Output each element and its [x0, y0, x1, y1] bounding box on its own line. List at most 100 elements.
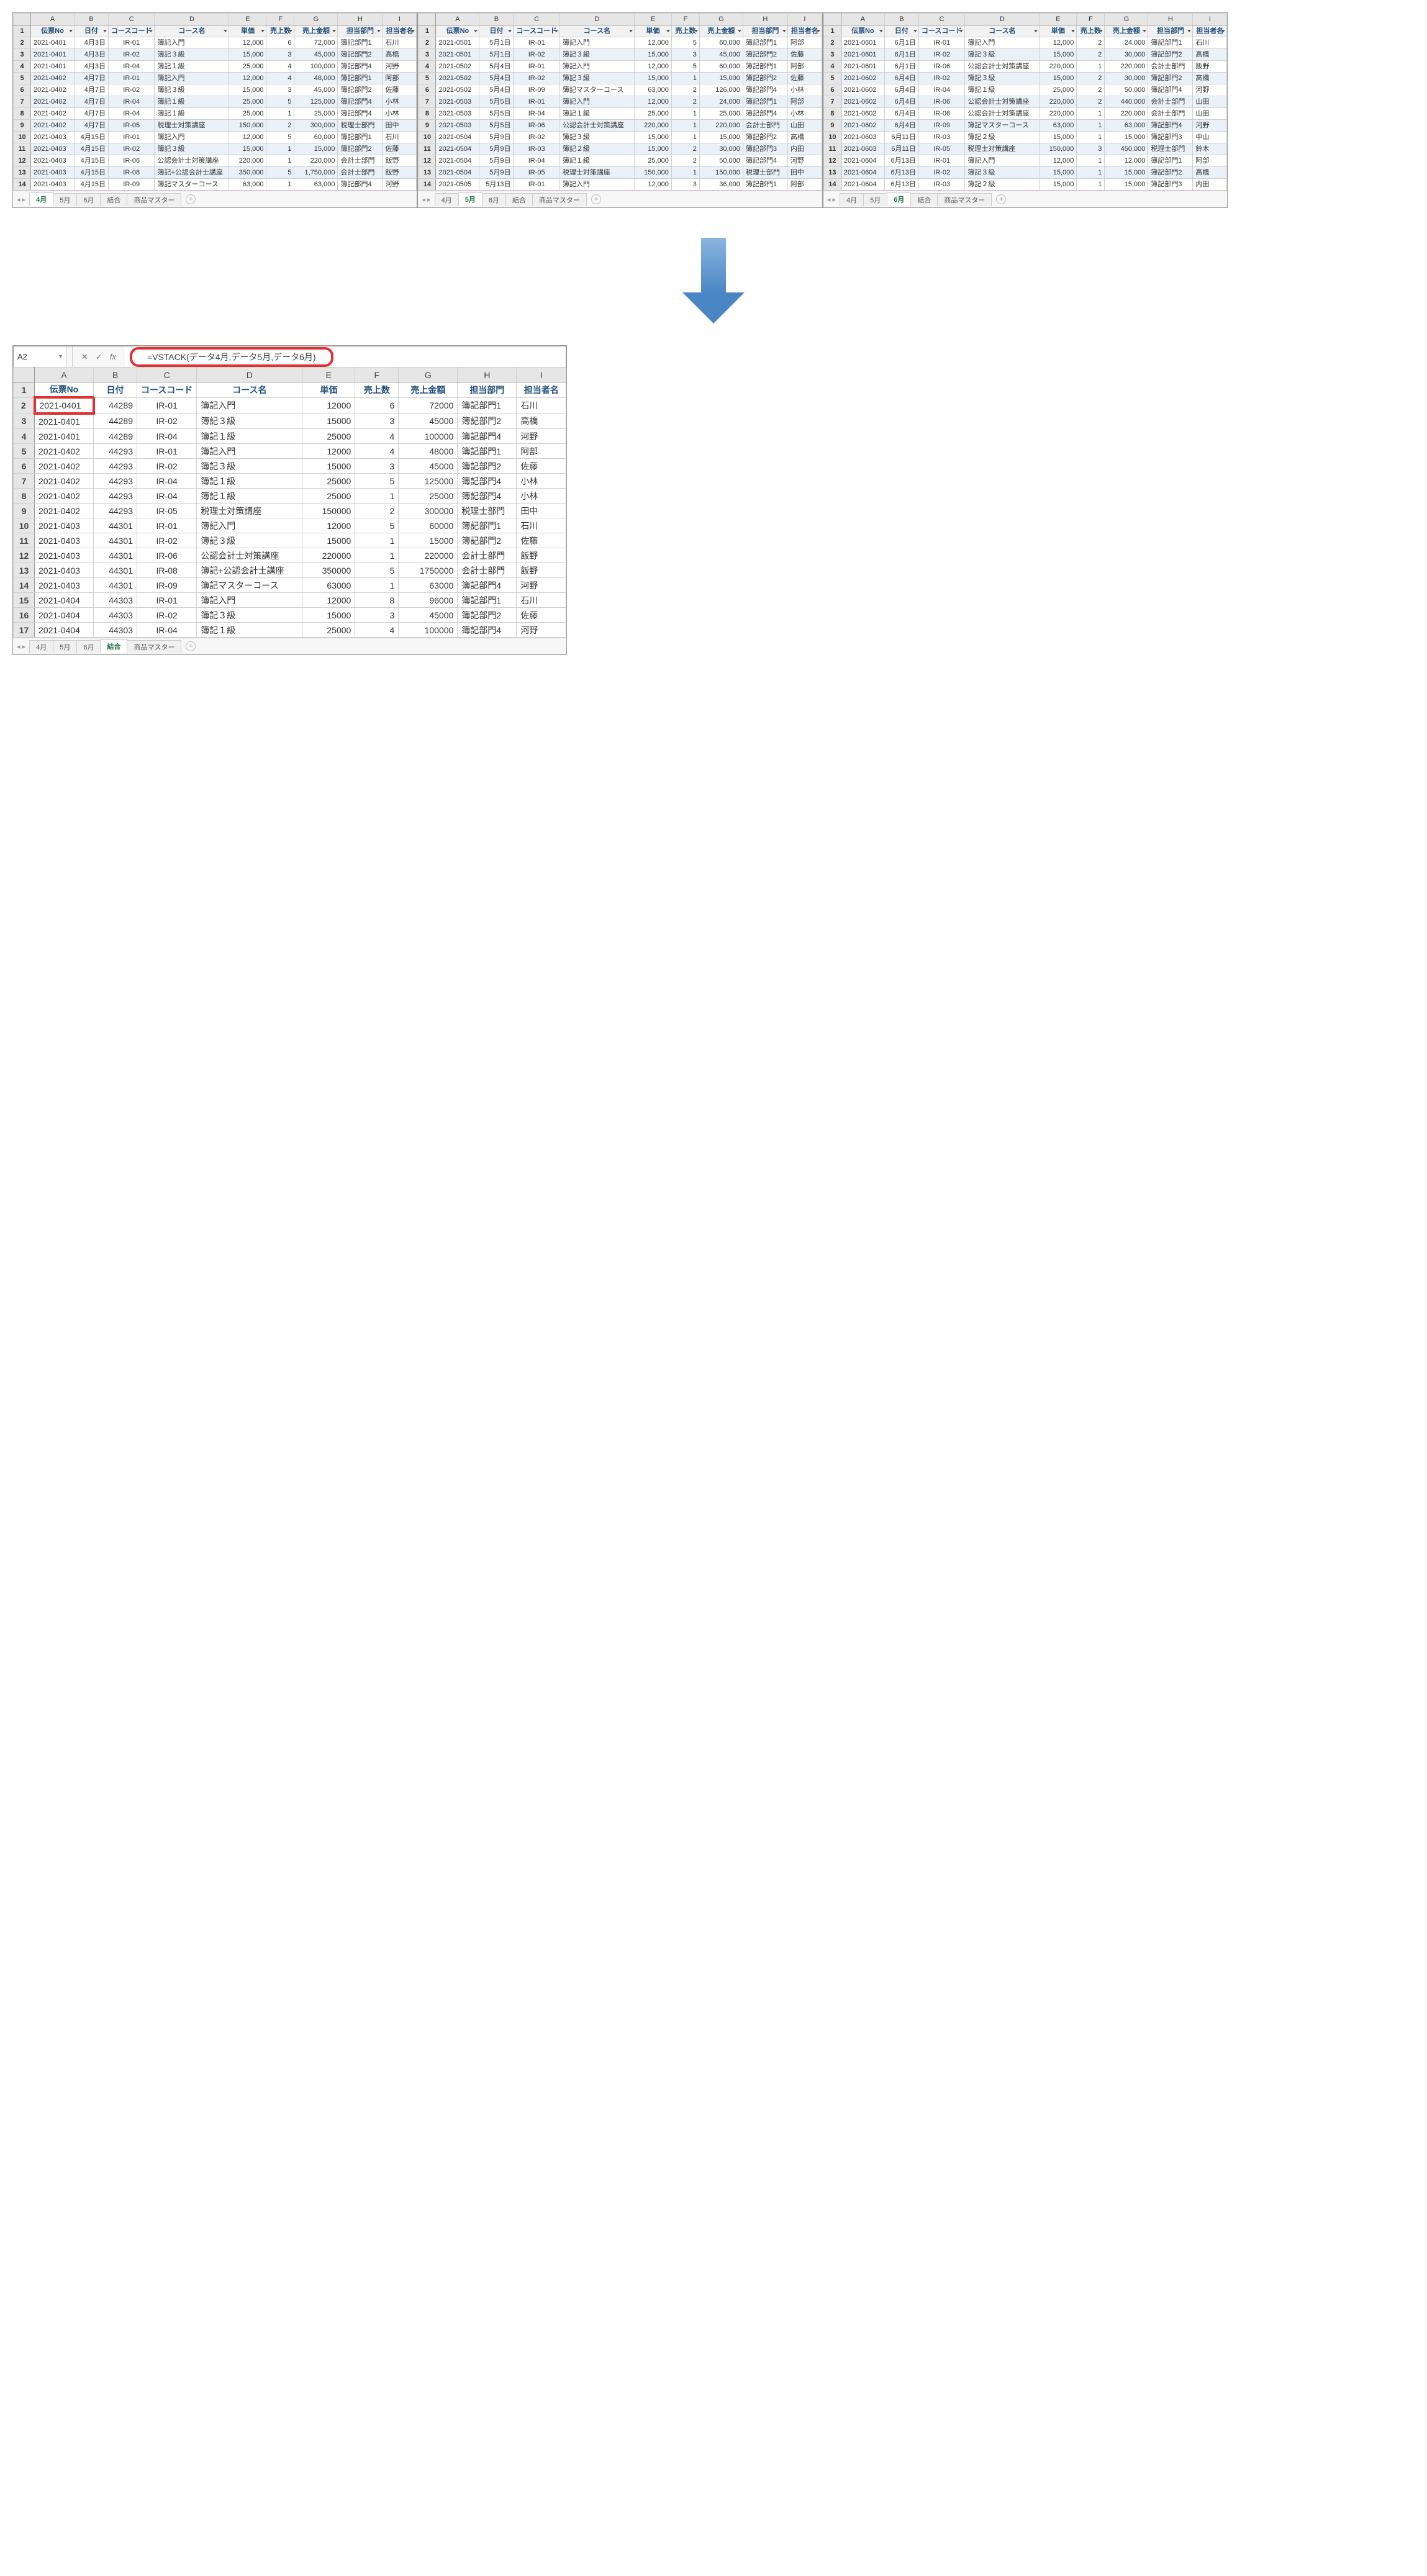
- cell[interactable]: 飯野: [517, 548, 566, 563]
- cell[interactable]: 6月4日: [884, 84, 918, 96]
- table-header-cell[interactable]: コースコード: [137, 382, 197, 398]
- cell[interactable]: 3: [1077, 143, 1105, 155]
- cell[interactable]: 飯野: [383, 155, 417, 167]
- cell[interactable]: 2021-0601: [841, 37, 884, 49]
- sheet-tab[interactable]: 結合: [910, 193, 938, 206]
- cell[interactable]: 25,000: [229, 96, 266, 108]
- cell[interactable]: 350000: [302, 563, 355, 578]
- cell[interactable]: 63000: [302, 578, 355, 593]
- cell[interactable]: 1: [1077, 155, 1105, 167]
- cell[interactable]: 簿記３級: [559, 73, 634, 84]
- cell[interactable]: 6月13日: [884, 167, 918, 179]
- sheet-tab[interactable]: 4月: [840, 193, 864, 206]
- cell[interactable]: 150,000: [634, 167, 671, 179]
- cell[interactable]: 44301: [94, 578, 137, 593]
- cell[interactable]: IR-01: [137, 593, 197, 608]
- table-header-cell[interactable]: コース名: [965, 25, 1040, 37]
- cell[interactable]: 石川: [517, 593, 566, 608]
- cell[interactable]: 220,000: [1105, 61, 1148, 73]
- cell[interactable]: 1: [1077, 120, 1105, 132]
- cell[interactable]: 佐藤: [517, 608, 566, 623]
- cell[interactable]: 220,000: [1040, 61, 1077, 73]
- cell[interactable]: 簿記１級: [155, 108, 229, 120]
- cell[interactable]: 300,000: [294, 120, 338, 132]
- sheet-tab[interactable]: 4月: [29, 640, 53, 653]
- row-header-4[interactable]: 4: [823, 61, 841, 73]
- cell[interactable]: 2021-0403: [31, 155, 75, 167]
- cell[interactable]: IR-01: [109, 73, 155, 84]
- column-header-F[interactable]: F: [355, 368, 399, 382]
- cell[interactable]: IR-01: [137, 444, 197, 459]
- cell[interactable]: 簿記部門1: [458, 397, 517, 414]
- cell[interactable]: IR-01: [109, 132, 155, 143]
- table-header-cell[interactable]: 担当部門: [743, 25, 787, 37]
- row-header-5[interactable]: 5: [14, 444, 35, 459]
- cell[interactable]: 公認会計士対策講座: [965, 96, 1040, 108]
- cell[interactable]: 2021-0401: [35, 397, 94, 414]
- cell[interactable]: IR-02: [109, 143, 155, 155]
- cell[interactable]: IR-01: [109, 37, 155, 49]
- row-header-17[interactable]: 17: [14, 623, 35, 638]
- cell[interactable]: 25000: [399, 489, 458, 504]
- cell[interactable]: 220,000: [699, 120, 743, 132]
- cell[interactable]: 小林: [787, 108, 822, 120]
- cell[interactable]: 3: [355, 414, 399, 429]
- cell[interactable]: 簿記入門: [197, 397, 302, 414]
- cell[interactable]: 田中: [383, 120, 417, 132]
- cell[interactable]: 簿記部門1: [458, 518, 517, 533]
- cell[interactable]: 簿記部門4: [1148, 120, 1193, 132]
- cell[interactable]: 簿記２級: [965, 179, 1040, 191]
- column-header-D[interactable]: D: [197, 368, 302, 382]
- cell[interactable]: 内田: [1193, 179, 1227, 191]
- cell[interactable]: 4月7日: [75, 120, 109, 132]
- row-header-7[interactable]: 7: [823, 96, 841, 108]
- cell[interactable]: 15,000: [1105, 179, 1148, 191]
- cell[interactable]: 簿記３級: [965, 49, 1040, 61]
- sheet-tab[interactable]: 6月: [887, 192, 911, 206]
- spreadsheet-grid[interactable]: ABCDEFGHI1伝票No日付コースコードコース名単価売上数売上金額担当部門担…: [13, 367, 566, 638]
- cell[interactable]: 45,000: [699, 49, 743, 61]
- table-header-cell[interactable]: 単価: [1040, 25, 1077, 37]
- cell[interactable]: 5月5日: [479, 120, 514, 132]
- cell[interactable]: 石川: [383, 37, 417, 49]
- cell[interactable]: 中山: [1193, 132, 1227, 143]
- row-header-2[interactable]: 2: [823, 37, 841, 49]
- cell[interactable]: 15,000: [634, 143, 671, 155]
- cell[interactable]: 45000: [399, 608, 458, 623]
- cell[interactable]: 15,000: [1040, 49, 1077, 61]
- row-header-7[interactable]: 7: [419, 96, 436, 108]
- row-header-8[interactable]: 8: [419, 108, 436, 120]
- cell[interactable]: 15,000: [699, 132, 743, 143]
- cell[interactable]: 2021-0403: [31, 132, 75, 143]
- cell[interactable]: 100000: [399, 429, 458, 444]
- cell[interactable]: IR-02: [514, 73, 559, 84]
- cell[interactable]: 5月4日: [479, 84, 514, 96]
- table-header-cell[interactable]: 売上金額: [699, 25, 743, 37]
- cell[interactable]: 1: [266, 108, 294, 120]
- cancel-icon[interactable]: ✕: [81, 352, 88, 362]
- sheet-tab[interactable]: 6月: [76, 193, 101, 206]
- table-header-cell[interactable]: 単価: [229, 25, 266, 37]
- cell[interactable]: 5月4日: [479, 73, 514, 84]
- cell[interactable]: 2021-0501: [436, 49, 479, 61]
- cell[interactable]: 12000: [302, 518, 355, 533]
- row-header-9[interactable]: 9: [14, 504, 35, 518]
- cell[interactable]: 2021-0601: [841, 61, 884, 73]
- cell[interactable]: 15,000: [1040, 167, 1077, 179]
- cell[interactable]: 簿記入門: [155, 73, 229, 84]
- cell[interactable]: 簿記入門: [197, 444, 302, 459]
- name-box[interactable]: A2▾: [14, 346, 66, 367]
- cell[interactable]: 63,000: [229, 179, 266, 191]
- row-header-13[interactable]: 13: [14, 167, 31, 179]
- cell[interactable]: IR-06: [514, 120, 559, 132]
- column-header-H[interactable]: H: [743, 14, 787, 25]
- cell[interactable]: 220000: [302, 548, 355, 563]
- cell[interactable]: 25,000: [229, 108, 266, 120]
- cell[interactable]: 小林: [787, 84, 822, 96]
- cell[interactable]: 6月1日: [884, 37, 918, 49]
- cell[interactable]: 2021-0404: [35, 608, 94, 623]
- cell[interactable]: 5月9日: [479, 143, 514, 155]
- cell[interactable]: IR-04: [109, 96, 155, 108]
- cell[interactable]: 簿記部門3: [743, 143, 787, 155]
- new-sheet-button[interactable]: +: [186, 194, 196, 204]
